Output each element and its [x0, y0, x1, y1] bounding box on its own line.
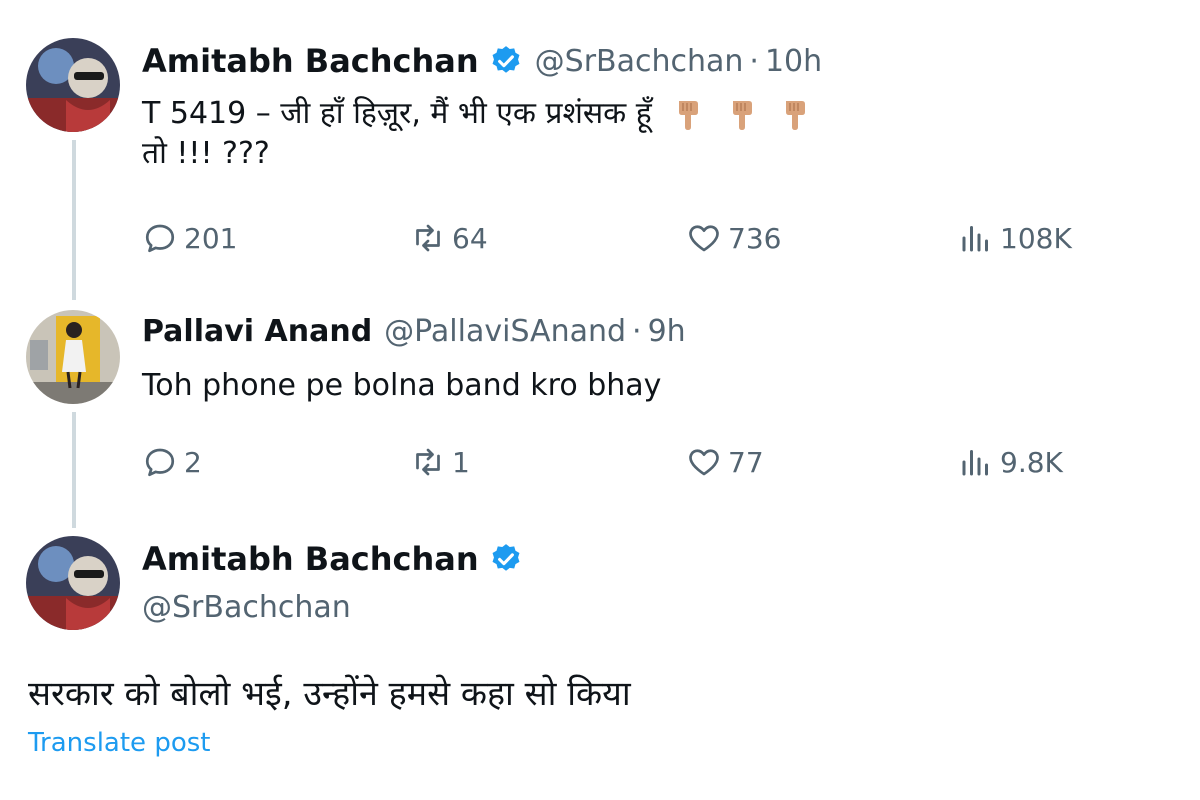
tweet-actions: 201 64 736 108K [142, 218, 1102, 258]
verified-badge-icon[interactable] [489, 542, 523, 576]
views-button[interactable]: 108K [958, 218, 1072, 258]
repost-count: 64 [452, 221, 488, 255]
views-chart-icon [962, 450, 988, 476]
reply-count: 2 [184, 445, 202, 479]
views-button[interactable]: 9.8K [958, 442, 1063, 482]
view-count: 9.8K [1000, 445, 1063, 479]
repost-button[interactable]: 1 [410, 442, 470, 482]
pointing-down-hand-emoji [786, 100, 806, 130]
reply-button[interactable]: 2 [142, 442, 202, 482]
avatar-image [26, 38, 120, 132]
display-name[interactable]: Amitabh Bachchan [142, 42, 479, 80]
tweet-text-content: T 5419 – जी हाँ हिज़ूर, मैं भी एक प्रशंस… [142, 96, 652, 131]
avatar[interactable] [26, 536, 120, 630]
timestamp[interactable]: 9h [648, 314, 686, 349]
separator-dot: · [632, 314, 642, 349]
repost-icon [416, 448, 440, 476]
heart-icon [689, 225, 719, 252]
tweet-header: Amitabh Bachchan @SrBachchan · 10h [142, 42, 822, 80]
translate-post-link[interactable]: Translate post [28, 728, 210, 758]
thread-connector-line [72, 140, 76, 300]
user-handle[interactable]: @PallaviSAnand [384, 314, 626, 349]
tweet-text-line-2: तो !!! ??? [142, 136, 270, 171]
tweet-text: सरकार को बोलो भई, उन्होंने हमसे कहा सो क… [28, 674, 631, 714]
tweet-text-line: T 5419 – जी हाँ हिज़ूर, मैं भी एक प्रशंस… [142, 94, 812, 134]
view-count: 108K [1000, 221, 1072, 255]
tweet-header: Pallavi Anand @PallaviSAnand · 9h [142, 314, 686, 349]
like-button[interactable]: 736 [686, 218, 781, 258]
verified-badge-icon[interactable] [489, 44, 523, 78]
repost-button[interactable]: 64 [410, 218, 488, 258]
avatar[interactable] [26, 38, 120, 132]
separator-dot: · [749, 43, 759, 79]
like-count: 77 [728, 445, 764, 479]
tweet-actions: 2 1 77 9.8K [142, 442, 1102, 482]
reply-button[interactable]: 201 [142, 218, 237, 258]
pointing-down-hand-emoji [679, 100, 699, 130]
tweet-text: T 5419 – जी हाँ हिज़ूर, मैं भी एक प्रशंस… [142, 94, 812, 174]
user-handle[interactable]: @SrBachchan [142, 590, 351, 625]
repost-count: 1 [452, 445, 470, 479]
views-chart-icon [962, 226, 988, 252]
reply-icon [145, 448, 175, 477]
tweet-text: Toh phone pe bolna band kro bhay [142, 368, 662, 403]
display-name[interactable]: Amitabh Bachchan [142, 540, 479, 578]
avatar[interactable] [26, 310, 120, 404]
like-count: 736 [728, 221, 782, 255]
user-handle[interactable]: @SrBachchan [535, 44, 744, 79]
avatar-image [26, 536, 120, 630]
timestamp[interactable]: 10h [765, 44, 822, 79]
heart-icon [689, 449, 719, 476]
repost-icon [416, 224, 440, 252]
pointing-down-hand-emoji [732, 100, 752, 130]
reply-icon [145, 224, 175, 253]
display-name[interactable]: Pallavi Anand [142, 314, 372, 349]
like-button[interactable]: 77 [686, 442, 764, 482]
tweet-header: Amitabh Bachchan [142, 540, 523, 578]
reply-count: 201 [184, 221, 238, 255]
thread-connector-line [72, 412, 76, 528]
avatar-image [26, 310, 120, 404]
